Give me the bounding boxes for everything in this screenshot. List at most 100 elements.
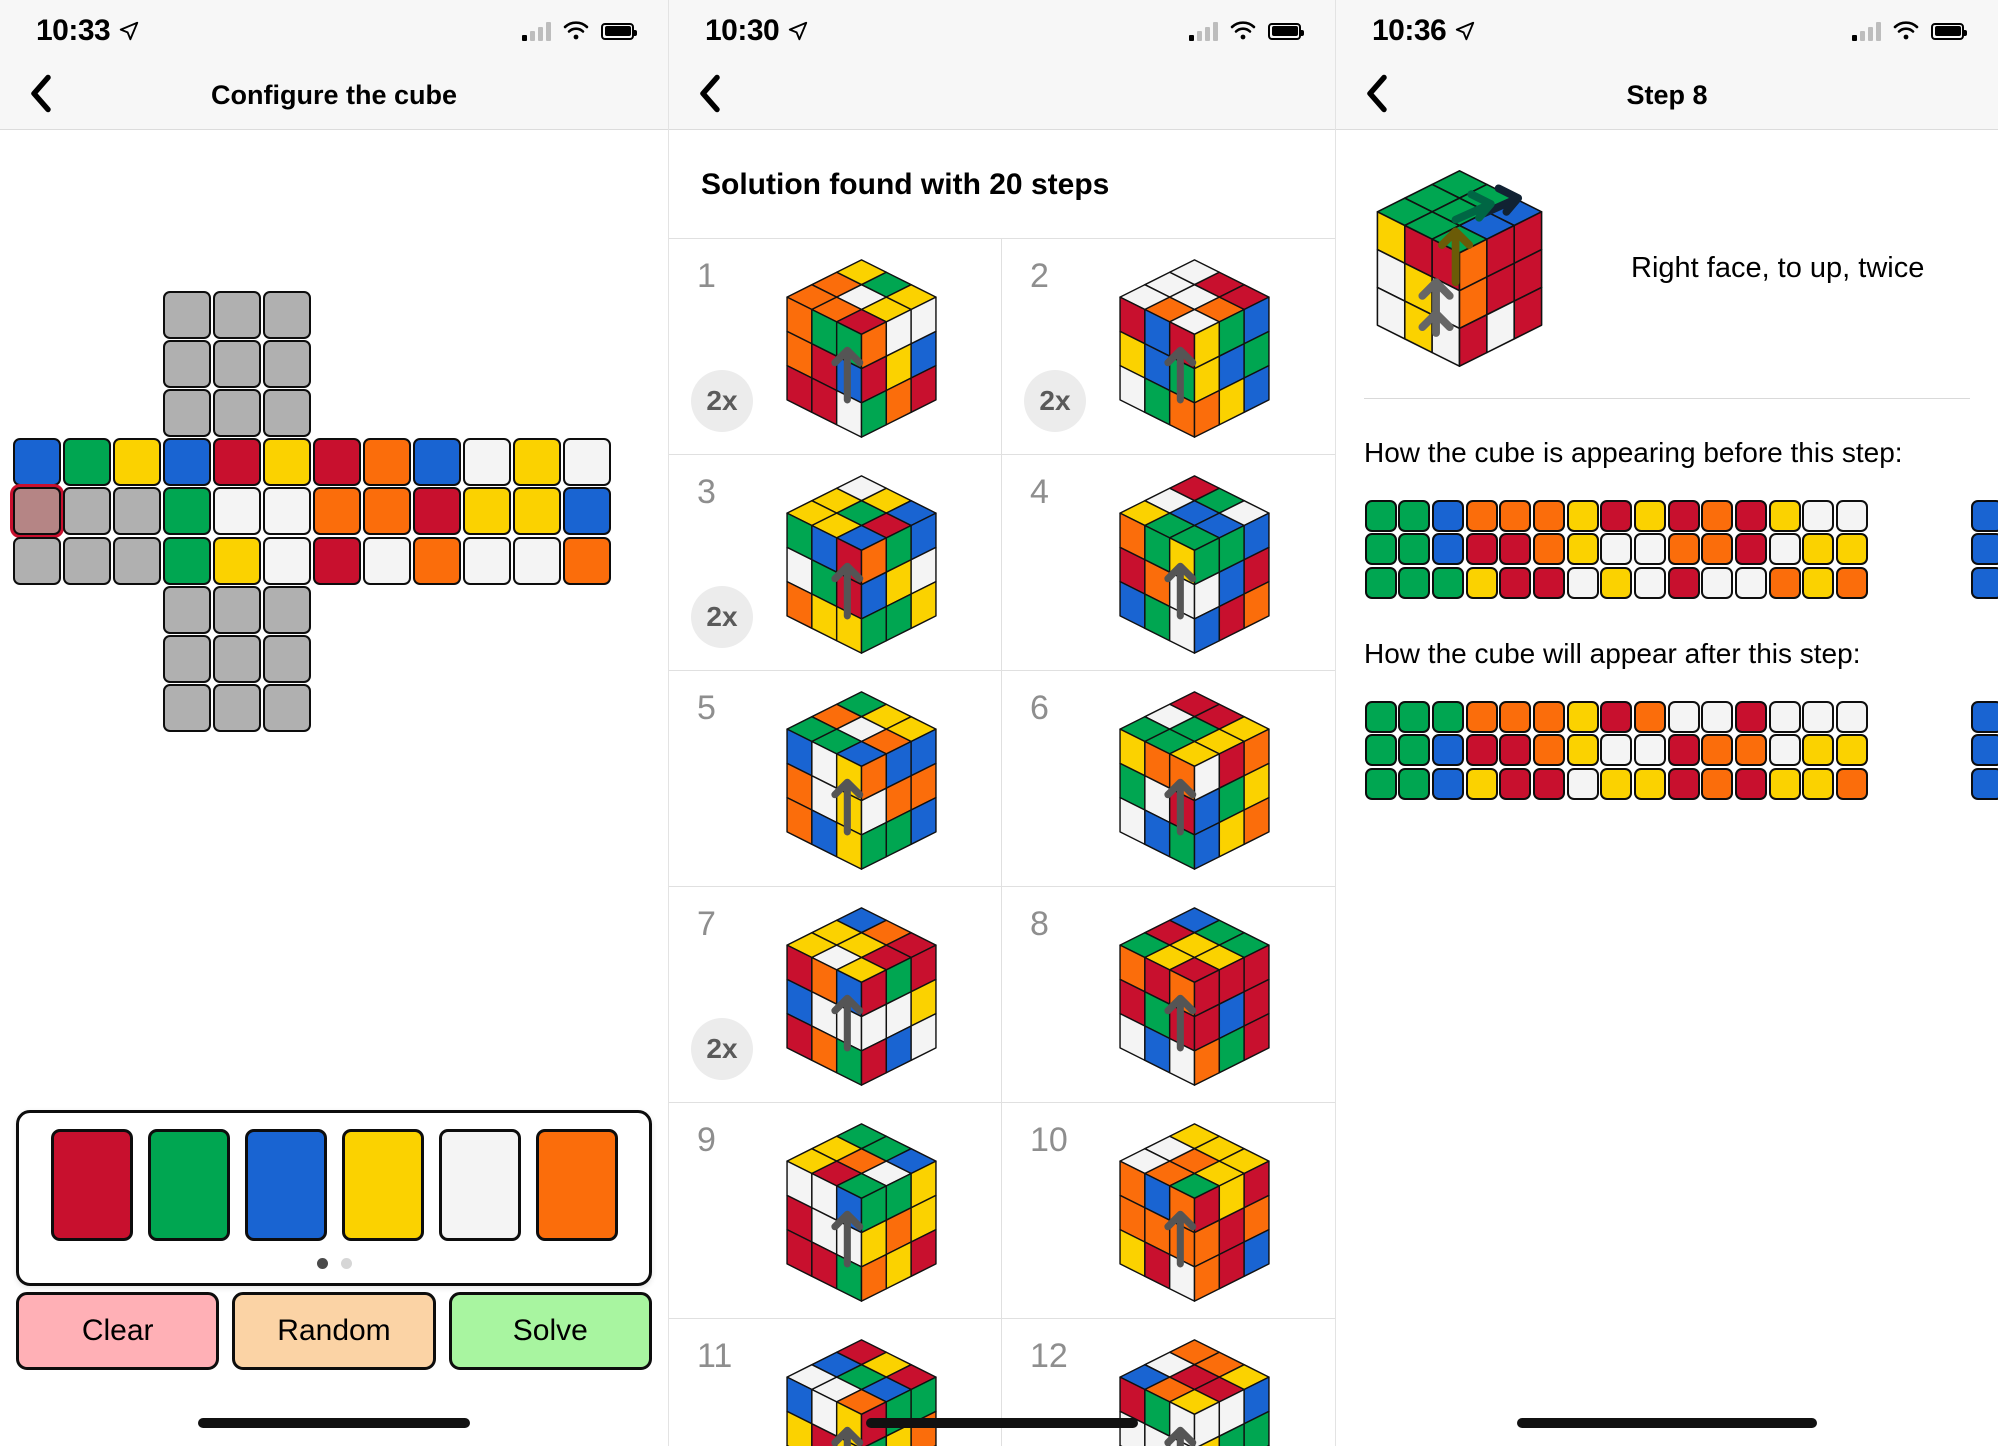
cube-sticker[interactable] bbox=[112, 536, 161, 585]
cube-sticker bbox=[1634, 700, 1667, 733]
cube-sticker[interactable] bbox=[412, 536, 461, 585]
step-cell[interactable]: 7 2x bbox=[669, 887, 1002, 1103]
cube-sticker[interactable] bbox=[262, 585, 311, 634]
cube-sticker[interactable] bbox=[512, 536, 561, 585]
cube-sticker[interactable] bbox=[462, 438, 511, 487]
cube-sticker[interactable] bbox=[12, 438, 61, 487]
cube-face[interactable] bbox=[162, 438, 312, 586]
cube-sticker[interactable] bbox=[562, 536, 611, 585]
color-swatch-white[interactable] bbox=[438, 1129, 521, 1241]
cube-sticker bbox=[1836, 566, 1869, 599]
cube-sticker[interactable] bbox=[212, 388, 261, 437]
cube-face[interactable] bbox=[162, 585, 312, 733]
cube-sticker bbox=[1970, 767, 1998, 800]
back-button[interactable] bbox=[687, 68, 733, 123]
cube-sticker[interactable] bbox=[512, 438, 561, 487]
cube-sticker bbox=[1667, 700, 1700, 733]
rubiks-cube-illustration bbox=[786, 259, 937, 438]
cube-sticker[interactable] bbox=[162, 438, 211, 487]
cube-sticker[interactable] bbox=[512, 487, 561, 536]
cube-sticker[interactable] bbox=[12, 487, 61, 536]
cube-sticker[interactable] bbox=[162, 487, 211, 536]
cube-sticker[interactable] bbox=[462, 536, 511, 585]
cube-sticker[interactable] bbox=[262, 634, 311, 683]
cube-sticker[interactable] bbox=[462, 487, 511, 536]
step-number: 7 bbox=[697, 905, 716, 943]
cube-sticker[interactable] bbox=[212, 634, 261, 683]
cube-sticker[interactable] bbox=[212, 536, 261, 585]
color-swatch-yellow[interactable] bbox=[341, 1129, 424, 1241]
cube-sticker[interactable] bbox=[362, 438, 411, 487]
cube-sticker[interactable] bbox=[12, 536, 61, 585]
color-swatch-orange[interactable] bbox=[535, 1129, 618, 1241]
cube-sticker[interactable] bbox=[162, 536, 211, 585]
step-cell[interactable]: 3 2x bbox=[669, 455, 1002, 671]
back-button[interactable] bbox=[1354, 68, 1400, 123]
cube-sticker[interactable] bbox=[262, 536, 311, 585]
color-swatch-blue[interactable] bbox=[244, 1129, 327, 1241]
cube-sticker[interactable] bbox=[362, 536, 411, 585]
cube-sticker[interactable] bbox=[412, 487, 461, 536]
cube-sticker[interactable] bbox=[162, 388, 211, 437]
cube-sticker[interactable] bbox=[312, 438, 361, 487]
cube-sticker[interactable] bbox=[162, 634, 211, 683]
rubiks-cube-illustration bbox=[786, 475, 937, 654]
step-cell[interactable]: 10 bbox=[1002, 1103, 1335, 1319]
cube-sticker bbox=[1533, 566, 1566, 599]
cube-sticker[interactable] bbox=[212, 585, 261, 634]
cube-face[interactable] bbox=[162, 290, 312, 438]
cube-sticker[interactable] bbox=[162, 290, 211, 339]
random-button[interactable]: Random bbox=[232, 1292, 436, 1370]
cube-sticker[interactable] bbox=[62, 536, 111, 585]
cube-sticker[interactable] bbox=[62, 487, 111, 536]
clear-button[interactable]: Clear bbox=[16, 1292, 220, 1370]
cube-sticker[interactable] bbox=[312, 487, 361, 536]
cube-sticker[interactable] bbox=[212, 487, 261, 536]
cube-sticker[interactable] bbox=[162, 684, 211, 733]
cube-net-editor[interactable] bbox=[12, 290, 612, 733]
cube-face[interactable] bbox=[462, 438, 612, 586]
cube-sticker[interactable] bbox=[162, 585, 211, 634]
cube-face[interactable] bbox=[12, 438, 162, 586]
step-row: 7 2x 8 bbox=[669, 887, 1335, 1103]
step-cell[interactable]: 5 bbox=[669, 671, 1002, 887]
cube-sticker[interactable] bbox=[562, 438, 611, 487]
color-swatch-red[interactable] bbox=[50, 1129, 133, 1241]
cube-sticker[interactable] bbox=[212, 438, 261, 487]
cube-sticker[interactable] bbox=[362, 487, 411, 536]
cube-sticker[interactable] bbox=[262, 684, 311, 733]
step-cell[interactable]: 1 2x bbox=[669, 239, 1002, 455]
cube-sticker[interactable] bbox=[262, 339, 311, 388]
back-button[interactable] bbox=[18, 68, 64, 123]
step-cell[interactable]: 8 bbox=[1002, 887, 1335, 1103]
cube-sticker bbox=[1836, 700, 1869, 733]
step-cell[interactable]: 9 bbox=[669, 1103, 1002, 1319]
step-cell[interactable]: 6 bbox=[1002, 671, 1335, 887]
cube-sticker[interactable] bbox=[412, 438, 461, 487]
cube-sticker[interactable] bbox=[262, 438, 311, 487]
cube-sticker[interactable] bbox=[212, 290, 261, 339]
cube-sticker bbox=[1634, 767, 1667, 800]
color-swatch-green[interactable] bbox=[147, 1129, 230, 1241]
step-cell[interactable]: 4 bbox=[1002, 455, 1335, 671]
cube-sticker[interactable] bbox=[112, 438, 161, 487]
cube-face[interactable] bbox=[312, 438, 462, 586]
cube-sticker[interactable] bbox=[312, 536, 361, 585]
page-dot[interactable] bbox=[316, 1258, 328, 1269]
cube-sticker[interactable] bbox=[262, 388, 311, 437]
cube-sticker[interactable] bbox=[262, 487, 311, 536]
solve-button[interactable]: Solve bbox=[448, 1292, 652, 1370]
color-swatch-row[interactable] bbox=[33, 1129, 635, 1241]
cube-sticker[interactable] bbox=[162, 339, 211, 388]
cube-sticker[interactable] bbox=[62, 438, 111, 487]
cube-sticker bbox=[1499, 499, 1532, 532]
cube-sticker[interactable] bbox=[262, 290, 311, 339]
step-cell[interactable]: 2 2x bbox=[1002, 239, 1335, 455]
page-dot[interactable] bbox=[340, 1258, 352, 1269]
cube-sticker[interactable] bbox=[112, 487, 161, 536]
cube-sticker[interactable] bbox=[562, 487, 611, 536]
palette-page-dots[interactable] bbox=[33, 1258, 635, 1269]
cube-sticker bbox=[1802, 700, 1835, 733]
cube-sticker[interactable] bbox=[212, 339, 261, 388]
cube-sticker[interactable] bbox=[212, 684, 261, 733]
